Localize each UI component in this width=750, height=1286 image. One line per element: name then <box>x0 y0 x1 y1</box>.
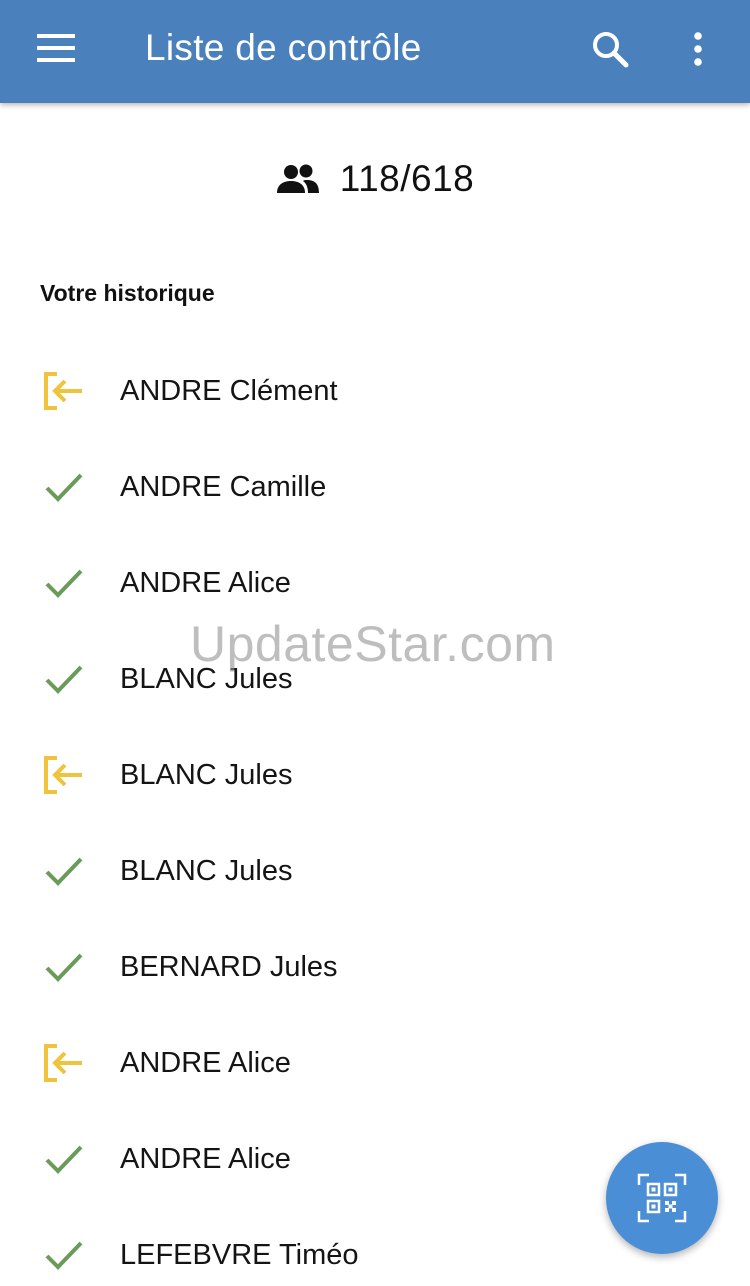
history-item-name: ANDRE Alice <box>120 1142 291 1175</box>
history-item-name: BERNARD Jules <box>120 950 338 983</box>
checkmark-icon <box>40 559 88 607</box>
history-item-name: ANDRE Alice <box>120 566 291 599</box>
history-item-name: BLANC Jules <box>120 758 293 791</box>
checkmark-icon <box>40 943 88 991</box>
history-item[interactable]: BERNARD Jules <box>0 919 750 1015</box>
history-item-name: BLANC Jules <box>120 662 293 695</box>
history-item[interactable]: ANDRE Camille <box>0 439 750 535</box>
history-item[interactable]: BLANC Jules <box>0 727 750 823</box>
app-bar: Liste de contrôle <box>0 0 750 103</box>
exit-icon <box>40 367 88 415</box>
people-icon <box>276 161 322 197</box>
history-section-title: Votre historique <box>40 280 215 306</box>
checklist-screen: Liste de contrôle 118/618 Votre historiq… <box>0 0 750 1286</box>
history-item-name: ANDRE Camille <box>120 470 327 503</box>
history-item-name: BLANC Jules <box>120 854 293 887</box>
checkmark-icon <box>40 1231 88 1279</box>
history-list: ANDRE Clément ANDRE Camille ANDRE Alice BLA… <box>0 343 750 1286</box>
history-item-name: ANDRE Clément <box>120 374 338 407</box>
scan-qr-button[interactable] <box>606 1142 718 1254</box>
checkmark-icon <box>40 655 88 703</box>
attendance-count: 118/618 <box>339 158 475 199</box>
checkmark-icon <box>40 847 88 895</box>
history-item[interactable]: ANDRE Alice <box>0 535 750 631</box>
page-title: Liste de contrôle <box>145 27 422 68</box>
history-item[interactable]: BLANC Jules <box>0 823 750 919</box>
history-item-name: ANDRE Alice <box>120 1046 291 1079</box>
more-options-button[interactable] <box>676 24 720 74</box>
checkmark-icon <box>40 1135 88 1183</box>
history-item-name: LEFEBVRE Timéo <box>120 1238 359 1271</box>
hamburger-menu-icon <box>37 34 75 62</box>
search-icon <box>593 32 629 68</box>
attendance-counter: 118/618 <box>0 150 750 208</box>
history-item[interactable]: ANDRE Alice <box>0 1015 750 1111</box>
qr-code-scan-icon <box>637 1173 687 1223</box>
more-vert-icon <box>694 32 702 66</box>
exit-icon <box>40 1039 88 1087</box>
history-item[interactable]: BLANC Jules <box>0 631 750 727</box>
checkmark-icon <box>40 463 88 511</box>
exit-icon <box>40 751 88 799</box>
menu-button[interactable] <box>28 26 84 70</box>
search-button[interactable] <box>584 24 636 74</box>
history-item[interactable]: ANDRE Clément <box>0 343 750 439</box>
